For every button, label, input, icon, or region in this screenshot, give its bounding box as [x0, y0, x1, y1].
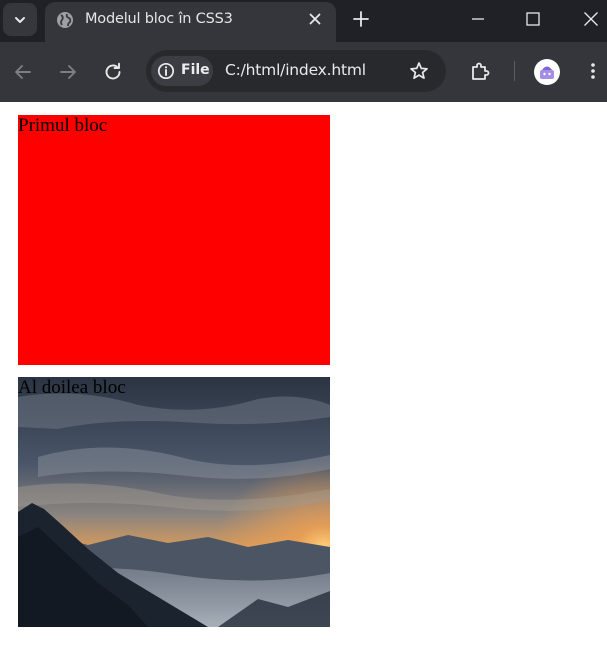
profile-avatar[interactable] [534, 59, 560, 85]
chevron-down-icon [15, 16, 25, 23]
bookmark-star-icon[interactable] [409, 61, 429, 81]
close-tab-icon[interactable] [306, 10, 324, 28]
new-tab-icon[interactable] [350, 8, 372, 30]
back-arrow-icon[interactable] [11, 60, 35, 84]
site-info-chip[interactable]: File [151, 56, 213, 86]
url-text[interactable]: C:/html/index.html [225, 61, 366, 79]
tab-title: Modelul bloc în CSS3 [85, 11, 233, 27]
first-block-label: Primul bloc [18, 115, 108, 136]
toolbar-divider [514, 61, 515, 81]
mountain-sunset-image [18, 377, 330, 627]
page-viewport: Primul bloc Al doilea bloc [0, 102, 607, 650]
reload-icon[interactable] [101, 60, 125, 84]
security-chip-label: File [181, 62, 210, 78]
info-icon [157, 62, 175, 80]
title-bar: Modelul bloc în CSS3 [0, 0, 607, 42]
minimize-icon[interactable] [467, 8, 489, 30]
browser-tab[interactable]: Modelul bloc în CSS3 [45, 2, 336, 42]
second-block-label: Al doilea bloc [18, 377, 126, 398]
extensions-puzzle-icon[interactable] [469, 60, 491, 82]
tab-search-button[interactable] [3, 3, 37, 36]
profile-icon [540, 66, 554, 79]
forward-arrow-icon[interactable] [56, 60, 80, 84]
second-block: Al doilea bloc [18, 377, 330, 627]
first-block: Primul bloc [18, 115, 330, 365]
browser-toolbar: File C:/html/index.html [0, 42, 607, 102]
kebab-menu-icon[interactable] [582, 60, 604, 82]
close-window-icon[interactable] [580, 8, 602, 30]
address-bar[interactable]: File C:/html/index.html [146, 50, 446, 92]
maximize-icon[interactable] [522, 8, 544, 30]
globe-icon [57, 12, 73, 28]
